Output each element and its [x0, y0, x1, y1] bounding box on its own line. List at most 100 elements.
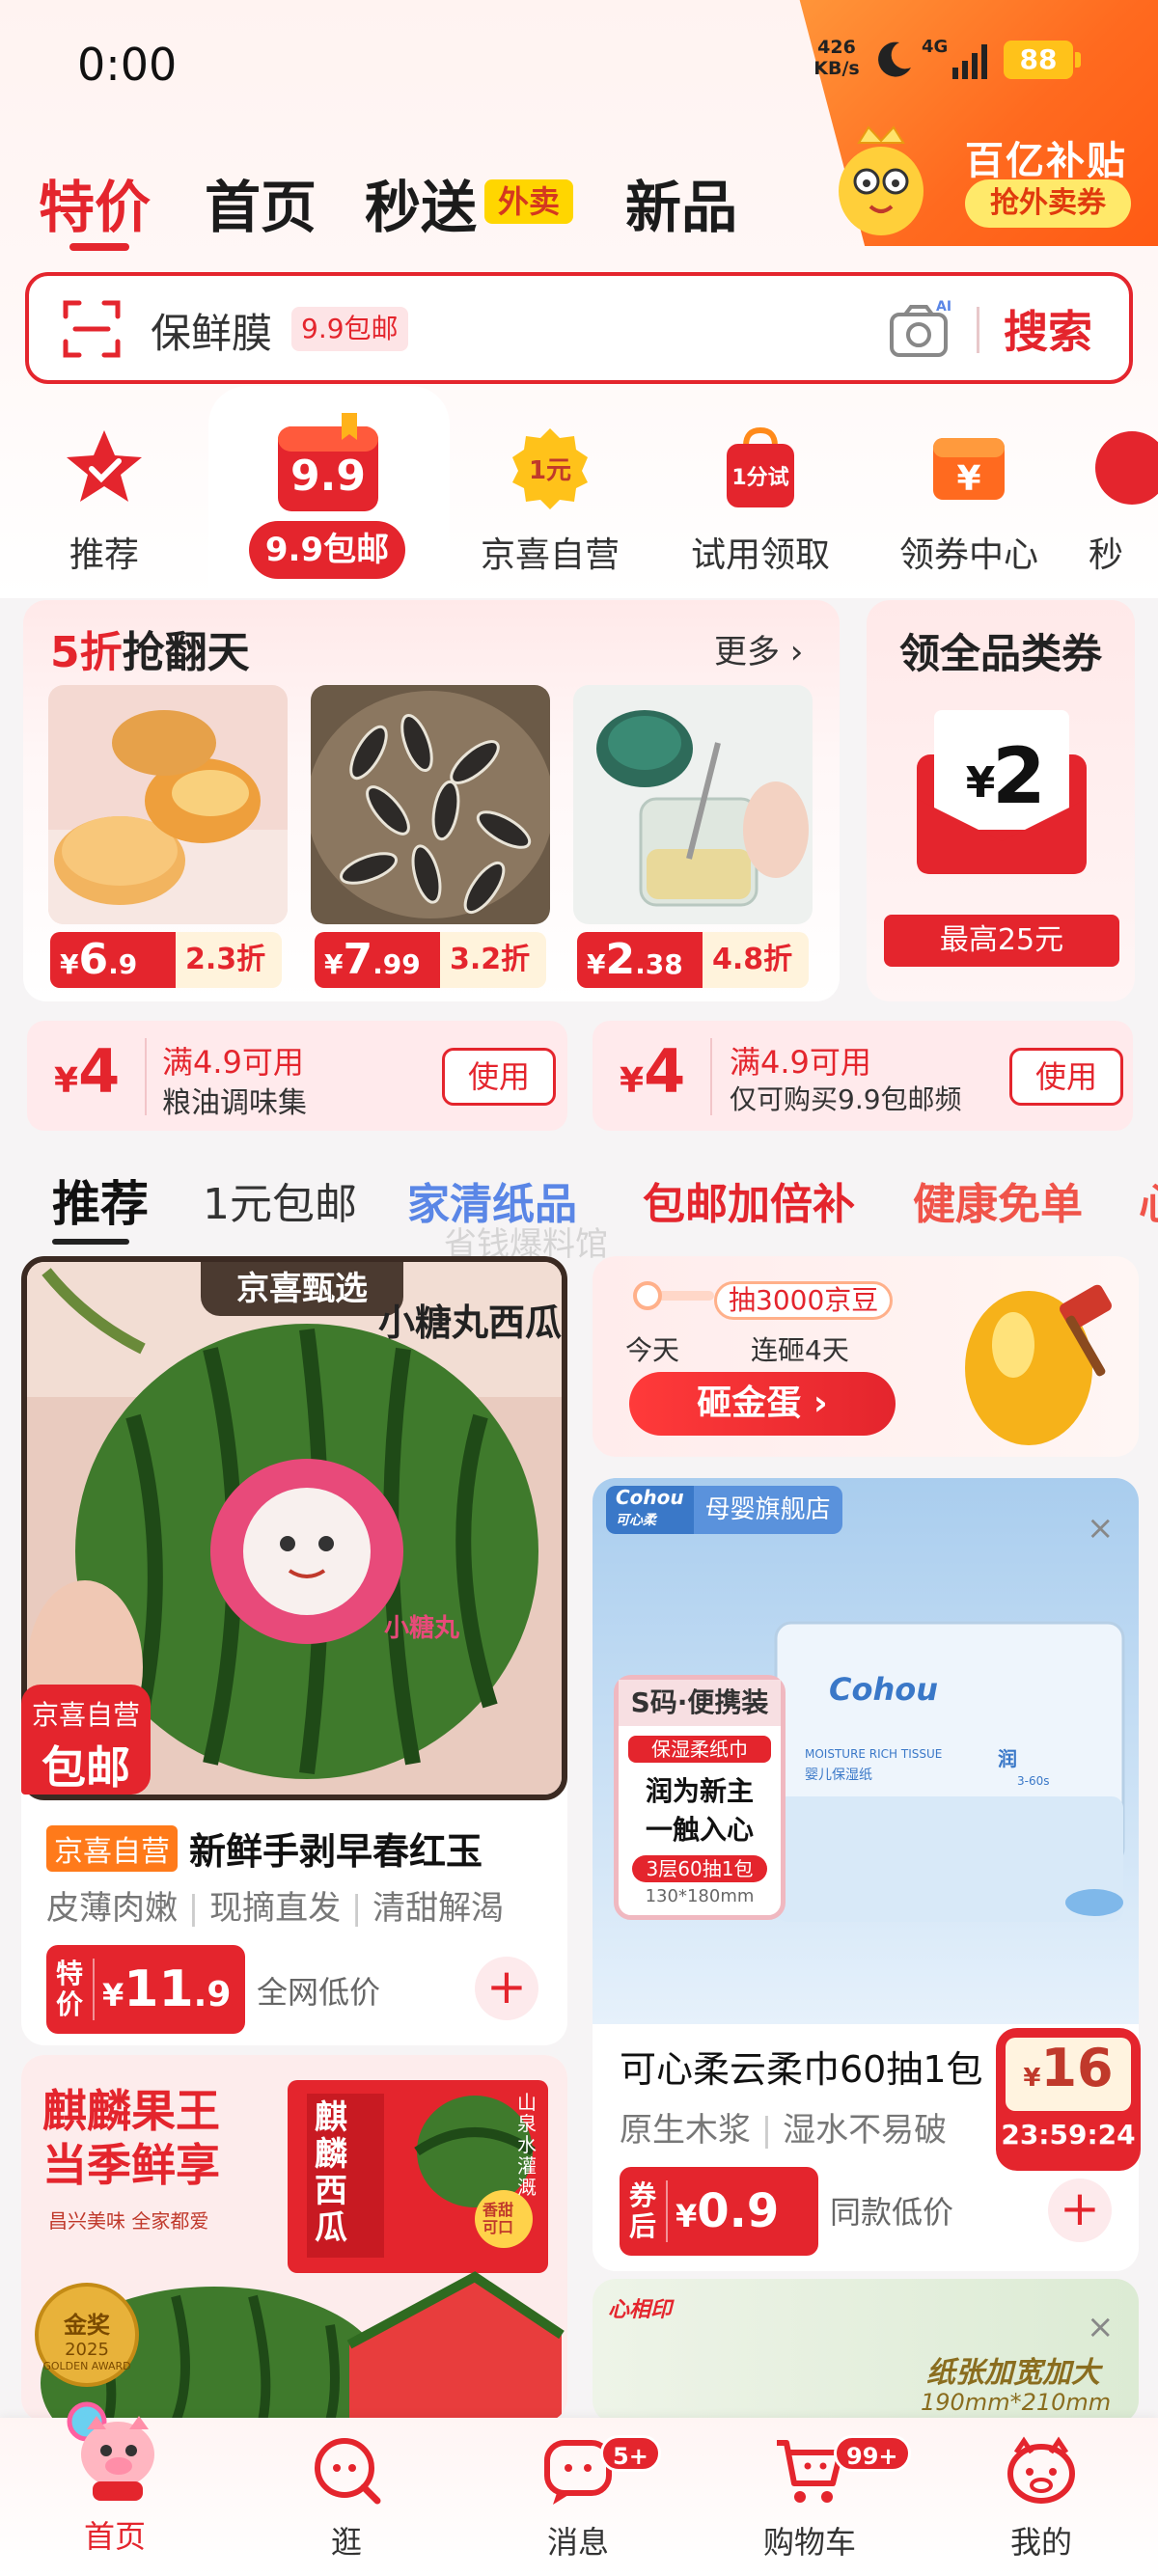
svg-text:婴儿保湿纸: 婴儿保湿纸: [805, 1768, 872, 1783]
top-tab-delivery[interactable]: 秒送: [365, 162, 477, 243]
feed-tab-health-free[interactable]: 健康免单: [913, 1169, 1083, 1231]
browse-icon: [315, 2438, 381, 2505]
close-icon[interactable]: ×: [1087, 2308, 1115, 2346]
scan-icon[interactable]: [62, 299, 122, 359]
product-watermelon-badge-top: 京喜甄选: [201, 1262, 403, 1316]
mini-coupon-1-amount: ¥4: [54, 1036, 121, 1107]
product-watermelon-title: 新鲜手剥早春红玉: [189, 1830, 483, 1873]
mini-coupon-2-use-button[interactable]: 使用: [1009, 1048, 1123, 1106]
product-watermelon-price: 特价 ¥11.9: [46, 1945, 245, 2034]
flash-item-seeds-image[interactable]: [311, 685, 550, 924]
search-divider: [977, 307, 979, 353]
smash-egg-button[interactable]: 砸金蛋 ›: [629, 1372, 896, 1436]
flash-item-teacup-image[interactable]: [573, 685, 813, 924]
nav-home[interactable]: 首页: [42, 2401, 187, 2557]
product-watermelon-title-row: 京喜自营 新鲜手剥早春红玉: [46, 1822, 482, 1875]
product-wipes-title: 可心柔云柔巾60抽1包: [620, 2048, 983, 2091]
svg-text:Cohou: Cohou: [829, 1671, 938, 1708]
product-wipes-store-badge: Cohou 可心柔 母婴旗舰店: [606, 1486, 842, 1534]
svg-text:小糖丸: 小糖丸: [384, 1613, 460, 1643]
top-tab-new[interactable]: 新品: [625, 162, 737, 243]
product-tissue-size: 190mm*210mm: [921, 2389, 1112, 2416]
mini-coupon-1-divider: [145, 1038, 147, 1115]
status-network: 4G: [922, 37, 949, 57]
flash-item-price-3: ¥2.38 4.8折: [577, 932, 809, 988]
category-nine-nine-label[interactable]: 9.9包邮: [249, 521, 405, 579]
svg-text:9.9: 9.9: [290, 452, 366, 501]
category-coupon-title: 领全品类券: [898, 630, 1102, 677]
home-pig-icon: [67, 2401, 154, 2501]
mascot-icon: [839, 125, 924, 235]
waimai-badge: 外卖: [484, 179, 573, 224]
feed-tab-double-subsidy[interactable]: 包邮加倍补: [643, 1169, 855, 1231]
product-watermelon-price-note: 全网低价: [257, 1974, 381, 2011]
flash-sale-title: 5折抢翻天: [50, 628, 250, 677]
close-icon[interactable]: ×: [1087, 1509, 1115, 1548]
jingxi-self-tag: 京喜自营: [46, 1824, 178, 1872]
product-wipes-price: 券后 ¥0.9: [620, 2167, 818, 2256]
search-tag: 9.9包邮: [291, 307, 408, 351]
top-tab-special[interactable]: 特价: [39, 162, 151, 243]
signal-icon: [952, 44, 987, 79]
coupon-envelope: ¥ 2: [913, 706, 1090, 878]
nav-profile[interactable]: 我的: [969, 2431, 1114, 2562]
svg-text:AI: AI: [936, 299, 951, 315]
battery-indicator: 88: [1004, 41, 1081, 79]
star-check-icon: [67, 430, 142, 502]
product-watermelon-features: 皮薄肉嫩 | 现摘直发 | 清甜解渴: [46, 1889, 505, 1928]
add-to-cart-button[interactable]: +: [475, 1957, 538, 2020]
category-coupon-center[interactable]: ¥ 领券中心: [882, 425, 1056, 577]
svg-text:¥: ¥: [966, 758, 996, 808]
top-tab-home[interactable]: 首页: [205, 162, 317, 243]
category-trial[interactable]: 1分试 试用领取: [674, 425, 847, 577]
svg-text:¥: ¥: [956, 459, 980, 499]
egg-today: 今天: [625, 1334, 680, 1366]
egg-progress-dot: [633, 1281, 662, 1310]
cart-badge: 99+: [834, 2435, 911, 2472]
promo-coupon-button[interactable]: 抢外卖券: [965, 179, 1131, 228]
feed-tab-underline: [52, 1239, 129, 1245]
mini-coupon-1-scope: 粮油调味集: [162, 1086, 307, 1120]
ai-camera-icon[interactable]: AI: [888, 297, 955, 361]
mini-coupon-1-use-button[interactable]: 使用: [442, 1048, 556, 1106]
coupon-yen-icon: ¥: [933, 438, 1005, 500]
flash-item-pastry-image[interactable]: [48, 685, 288, 924]
flash-sale-more-link[interactable]: 更多 ›: [714, 625, 803, 672]
search-input[interactable]: 保鲜膜: [151, 301, 272, 360]
partial-icon: [1095, 431, 1158, 505]
category-coupon-max[interactable]: 最高25元: [884, 915, 1119, 967]
add-to-cart-button[interactable]: +: [1048, 2179, 1112, 2242]
flash-item-price-2: ¥7.99 3.2折: [315, 932, 546, 988]
top-tab-underline: [69, 243, 129, 251]
mini-coupon-1-condition: 满4.9可用: [162, 1044, 304, 1081]
category-jingxi-self[interactable]: 1元 京喜自营: [463, 425, 637, 577]
feed-tab-one-yuan[interactable]: 1元包邮: [203, 1169, 357, 1231]
status-net-speed: 426 KB/s: [813, 37, 860, 79]
svg-text:1分试: 1分试: [731, 466, 788, 490]
trial-bag-icon: 1分试: [727, 426, 794, 507]
nav-browse[interactable]: 逛: [274, 2431, 419, 2562]
product-wipes-price-note: 同款低价: [830, 2194, 954, 2231]
product-kylin-box-sticker: 香甜可口: [482, 2201, 514, 2236]
svg-text:3-60s: 3-60s: [1017, 1774, 1050, 1788]
feed-tab-partial[interactable]: 心: [1139, 1169, 1158, 1231]
one-yuan-coin-icon: 1元: [512, 428, 588, 509]
product-watermelon-image-caption: 小糖丸西瓜: [378, 1302, 563, 1344]
golden-egg-icon: [965, 1284, 1112, 1445]
product-wipes-box: S码·便携装 保湿柔纸巾 润为新主 一触入心 3层60抽1包 130*180mm: [614, 1675, 786, 1920]
category-recommend[interactable]: 推荐: [17, 425, 191, 577]
svg-text:1元: 1元: [529, 456, 571, 485]
promo-title: 百亿补贴: [965, 139, 1127, 183]
product-kylin-headline: 麒麟果王 当季鲜享: [42, 2085, 220, 2191]
feed-tab-recommend[interactable]: 推荐: [52, 1165, 149, 1235]
search-button[interactable]: 搜索: [1004, 297, 1092, 361]
nine-nine-icon[interactable]: 9.9: [274, 413, 382, 513]
moon-icon: [878, 41, 911, 77]
category-partial[interactable]: 秒: [1089, 425, 1158, 577]
product-kylin-box-side: 山泉水灌溉: [517, 2091, 537, 2199]
flash-item-price-1: ¥6.9 2.3折: [50, 932, 282, 988]
profile-pig-icon: [1007, 2436, 1075, 2504]
mini-coupon-2-amount: ¥4: [620, 1036, 686, 1107]
messages-badge: 5+: [600, 2435, 661, 2472]
status-time: 0:00: [77, 39, 178, 91]
